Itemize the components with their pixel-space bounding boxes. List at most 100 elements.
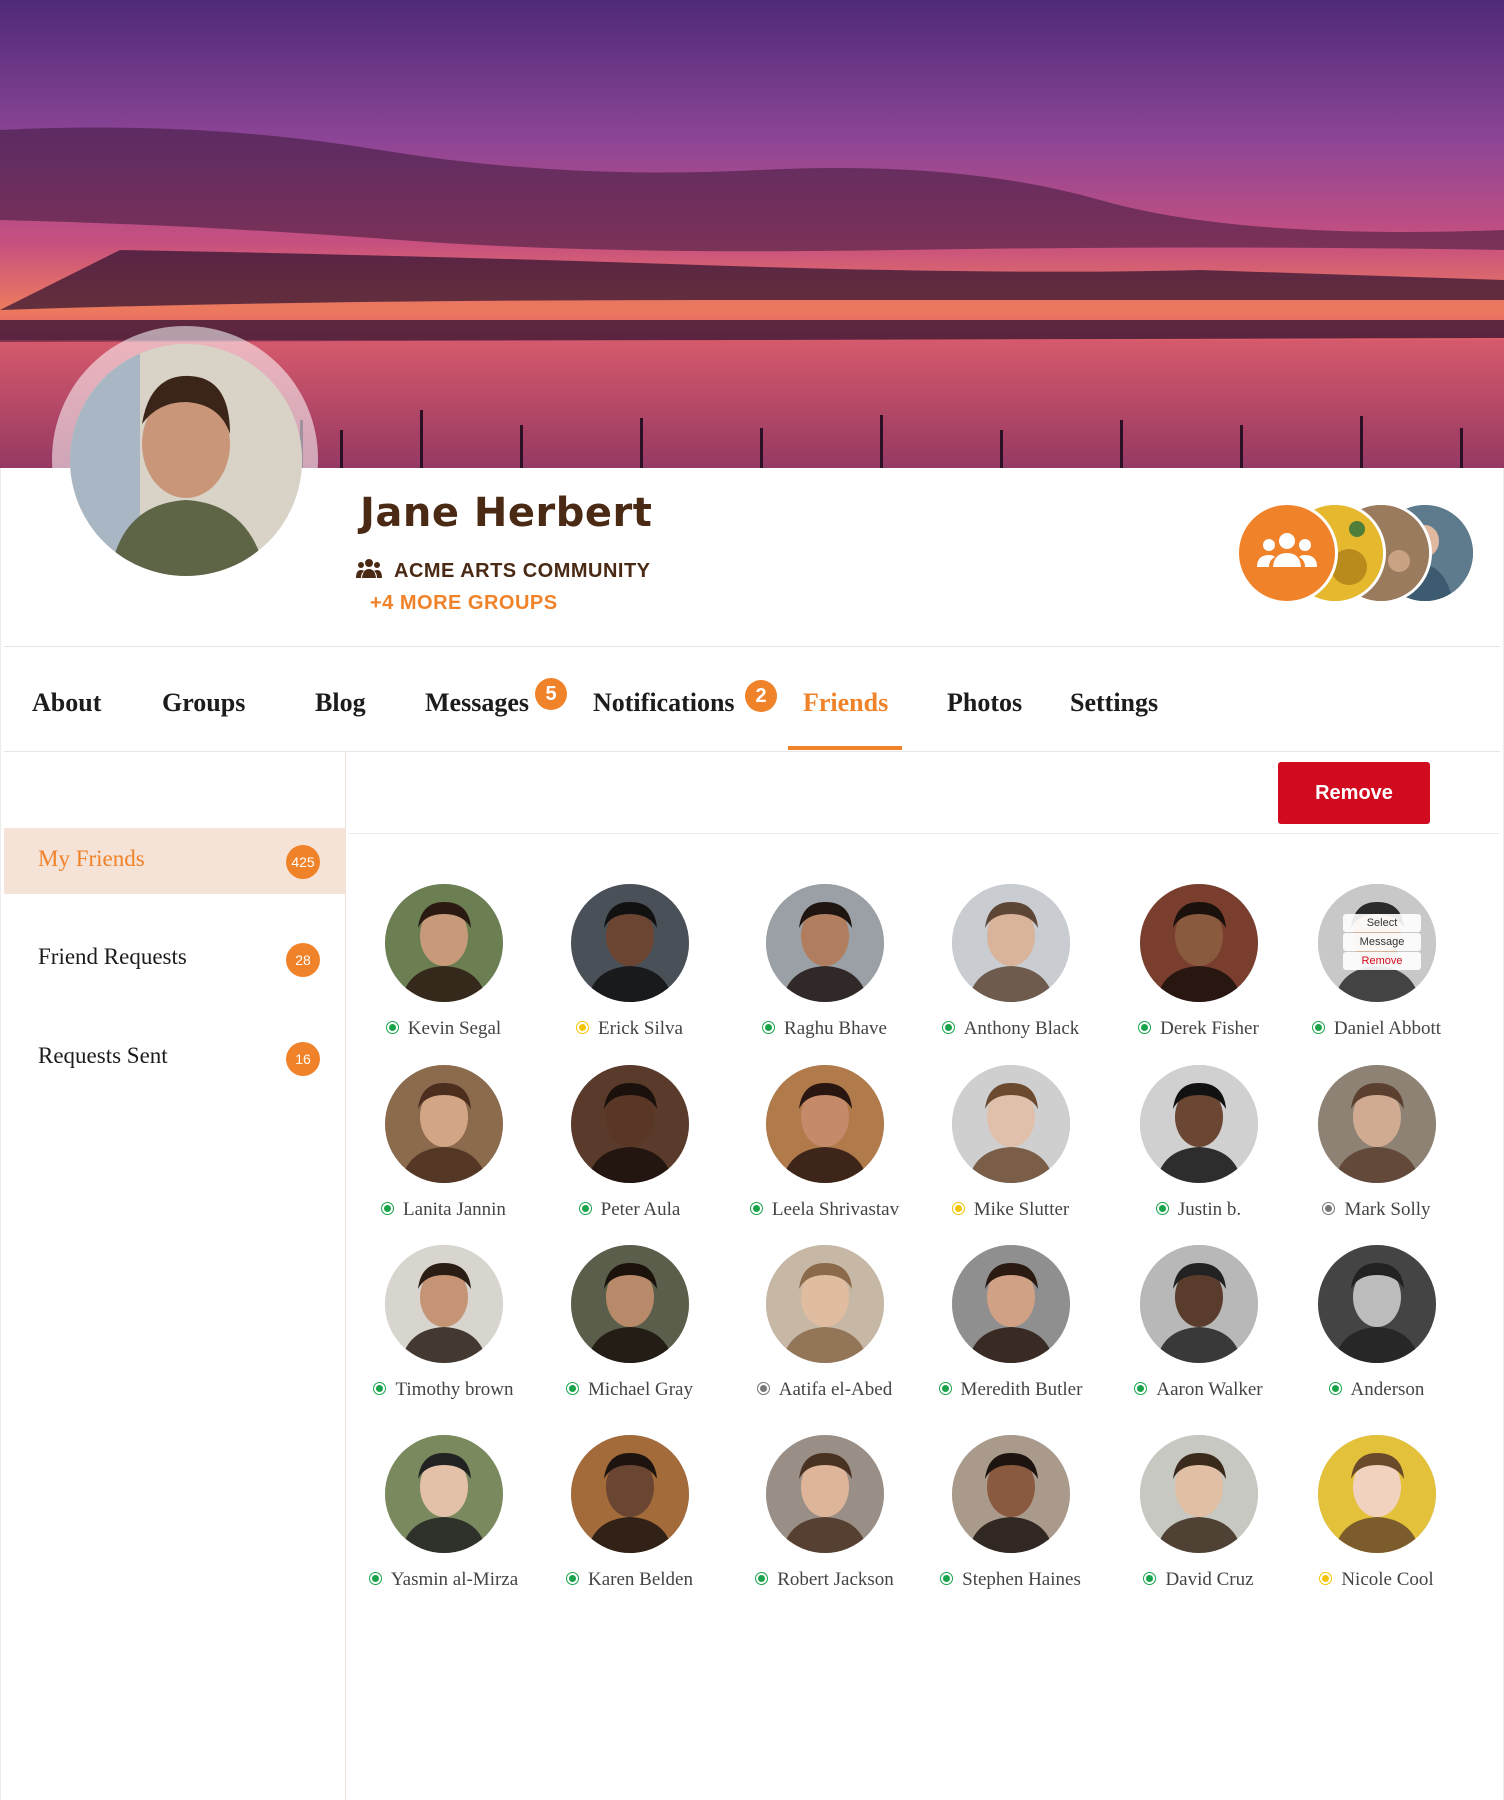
context-remove[interactable]: Remove xyxy=(1343,952,1421,970)
tab-blog[interactable]: Blog xyxy=(315,688,366,718)
friend-avatar[interactable] xyxy=(571,884,689,1002)
friend-avatar[interactable] xyxy=(1140,884,1258,1002)
friend-name[interactable]: Erick Silva xyxy=(598,1018,683,1039)
friend-avatar[interactable] xyxy=(385,1245,503,1363)
friend-card[interactable]: Michael Gray xyxy=(535,1245,725,1401)
friend-avatar[interactable] xyxy=(1318,1245,1436,1363)
friend-avatar[interactable] xyxy=(952,1435,1070,1553)
friend-name[interactable]: Nicole Cool xyxy=(1341,1569,1433,1590)
friend-avatar[interactable] xyxy=(385,1065,503,1183)
active-tab-indicator xyxy=(788,746,902,750)
friend-card[interactable]: Mark Solly xyxy=(1282,1065,1472,1221)
friend-name[interactable]: Stephen Haines xyxy=(962,1569,1081,1590)
friend-name[interactable]: Anthony Black xyxy=(964,1018,1080,1039)
friend-card[interactable]: Karen Belden xyxy=(535,1435,725,1591)
friend-avatar[interactable] xyxy=(1318,1435,1436,1553)
friend-avatar[interactable] xyxy=(385,884,503,1002)
friend-card[interactable]: Kevin Segal xyxy=(349,884,539,1040)
friend-avatar[interactable] xyxy=(766,884,884,1002)
friend-name[interactable]: Aaron Walker xyxy=(1156,1379,1262,1400)
tab-groups[interactable]: Groups xyxy=(162,688,245,718)
friend-card[interactable]: Peter Aula xyxy=(535,1065,725,1221)
group-bubbles[interactable] xyxy=(1236,502,1476,604)
friend-card[interactable]: Yasmin al-Mirza xyxy=(349,1435,539,1591)
friend-name[interactable]: Derek Fisher xyxy=(1160,1018,1259,1039)
friend-card[interactable]: Stephen Haines xyxy=(916,1435,1106,1591)
primary-group[interactable]: ACME ARTS COMMUNITY xyxy=(356,558,651,584)
context-message[interactable]: Message xyxy=(1343,933,1421,951)
friend-avatar[interactable] xyxy=(1140,1245,1258,1363)
status-online-icon xyxy=(750,1203,762,1214)
friend-avatar[interactable] xyxy=(571,1245,689,1363)
friend-name[interactable]: Leela Shrivastav xyxy=(772,1199,899,1220)
tab-about[interactable]: About xyxy=(32,688,101,718)
friend-card[interactable]: Anthony Black xyxy=(916,884,1106,1040)
friend-avatar[interactable] xyxy=(1318,1065,1436,1183)
friend-card[interactable]: Mike Slutter xyxy=(916,1065,1106,1221)
friend-name[interactable]: Karen Belden xyxy=(588,1569,693,1590)
tab-messages[interactable]: Messages xyxy=(425,688,529,718)
friend-avatar[interactable] xyxy=(571,1065,689,1183)
friend-name[interactable]: Timothy brown xyxy=(395,1379,513,1400)
friend-card[interactable]: Raghu Bhave xyxy=(730,884,920,1040)
group-main-bubble[interactable] xyxy=(1236,502,1338,604)
tab-settings[interactable]: Settings xyxy=(1070,688,1158,718)
friend-avatar[interactable] xyxy=(766,1245,884,1363)
status-away-icon xyxy=(1320,1573,1332,1584)
friend-card[interactable]: Timothy brown xyxy=(349,1245,539,1401)
friend-avatar[interactable] xyxy=(1140,1065,1258,1183)
friend-avatar[interactable] xyxy=(766,1435,884,1553)
friend-avatar[interactable] xyxy=(571,1435,689,1553)
friend-card[interactable]: Aaron Walker xyxy=(1104,1245,1294,1401)
sidebar-item-label: Friend Requests xyxy=(38,944,187,969)
friend-avatar[interactable] xyxy=(952,1245,1070,1363)
friend-name[interactable]: Peter Aula xyxy=(601,1199,681,1220)
friend-name[interactable]: Mike Slutter xyxy=(974,1199,1070,1220)
friend-name[interactable]: Raghu Bhave xyxy=(784,1018,887,1039)
friend-card[interactable]: David Cruz xyxy=(1104,1435,1294,1591)
friend-avatar[interactable] xyxy=(952,1065,1070,1183)
friend-name[interactable]: Anderson xyxy=(1351,1379,1425,1400)
friend-card[interactable]: Leela Shrivastav xyxy=(730,1065,920,1221)
friend-avatar[interactable] xyxy=(385,1435,503,1553)
friend-card[interactable]: Justin b. xyxy=(1104,1065,1294,1221)
friend-avatar[interactable] xyxy=(952,884,1070,1002)
friend-name-row: Daniel Abbott xyxy=(1282,1018,1472,1040)
friend-name-row: Anthony Black xyxy=(916,1018,1106,1040)
tab-friends[interactable]: Friends xyxy=(803,688,888,718)
friend-card[interactable]: Meredith Butler xyxy=(916,1245,1106,1401)
friend-name-row: Leela Shrivastav xyxy=(730,1199,920,1221)
friend-name-row: Derek Fisher xyxy=(1104,1018,1294,1040)
friend-avatar[interactable] xyxy=(1140,1435,1258,1553)
sidebar-item-friend-requests[interactable]: Friend Requests 28 xyxy=(4,926,346,992)
friend-name[interactable]: Meredith Butler xyxy=(961,1379,1083,1400)
friend-name-row: Aaron Walker xyxy=(1104,1379,1294,1401)
friend-name[interactable]: David Cruz xyxy=(1165,1569,1253,1590)
friend-name[interactable]: Aatifa el-Abed xyxy=(779,1379,892,1400)
friend-name[interactable]: Michael Gray xyxy=(588,1379,693,1400)
friend-name[interactable]: Lanita Jannin xyxy=(403,1199,506,1220)
friend-card[interactable]: Nicole Cool xyxy=(1282,1435,1472,1591)
friend-card[interactable]: Lanita Jannin xyxy=(349,1065,539,1221)
more-groups-link[interactable]: +4 MORE GROUPS xyxy=(370,592,558,615)
friend-name[interactable]: Daniel Abbott xyxy=(1334,1018,1441,1039)
friend-name[interactable]: Yasmin al-Mirza xyxy=(391,1569,518,1590)
sidebar-item-requests-sent[interactable]: Requests Sent 16 xyxy=(4,1025,346,1091)
friend-card[interactable]: Anderson xyxy=(1282,1245,1472,1401)
tab-notifications[interactable]: Notifications xyxy=(593,688,735,718)
friend-name[interactable]: Kevin Segal xyxy=(408,1018,501,1039)
friend-name[interactable]: Justin b. xyxy=(1178,1199,1241,1220)
context-select[interactable]: Select xyxy=(1343,914,1421,932)
status-online-icon xyxy=(1156,1203,1168,1214)
friend-card[interactable]: Robert Jackson xyxy=(730,1435,920,1591)
remove-button[interactable]: Remove xyxy=(1278,762,1430,824)
friend-card[interactable]: Aatifa el-Abed xyxy=(730,1245,920,1401)
sidebar-item-my-friends[interactable]: My Friends 425 xyxy=(4,828,346,894)
profile-avatar[interactable] xyxy=(70,344,302,576)
friend-card[interactable]: Derek Fisher xyxy=(1104,884,1294,1040)
friend-card[interactable]: Erick Silva xyxy=(535,884,725,1040)
friend-name[interactable]: Robert Jackson xyxy=(777,1569,894,1590)
friend-avatar[interactable] xyxy=(766,1065,884,1183)
friend-name[interactable]: Mark Solly xyxy=(1344,1199,1430,1220)
tab-photos[interactable]: Photos xyxy=(947,688,1022,718)
